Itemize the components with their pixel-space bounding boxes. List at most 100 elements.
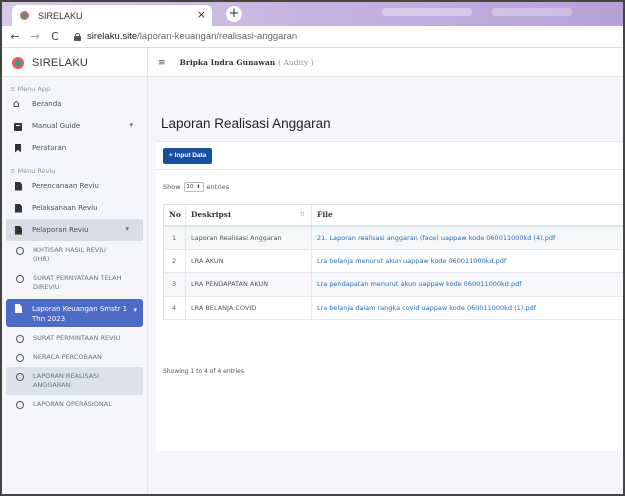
subitem-label: NERACA PERCOBAAN	[33, 353, 102, 361]
show-label: Show	[163, 183, 181, 191]
cell-no: 3	[163, 272, 186, 297]
cell-file: Lra pendapatan menurut akun uappaw kode …	[311, 272, 623, 297]
tab-title: SIRELAKU	[38, 10, 83, 21]
sidebar-subitem-lra[interactable]: LAPORAN REALISASI ANGGARAN	[6, 367, 143, 395]
header-label: File	[317, 210, 333, 220]
sidebar-item-peraturan[interactable]: Peraturan	[2, 137, 147, 159]
table-row: 1 Laporan Realisasi Anggaran 21. Laporan…	[163, 225, 623, 250]
new-tab-button[interactable]: +	[226, 6, 242, 22]
top-navbar: ≡ Bripka Indra Gunawan ( Audity )	[148, 49, 623, 77]
sidebar-subitem-surat-permintaan[interactable]: SURAT PERMINTAAN REVIU	[2, 329, 147, 348]
file-link[interactable]: Lra belanja dalam rangka covid uappaw ko…	[317, 304, 536, 312]
sidebar-item-pelaksanaan[interactable]: Pelaksanaan Reviu	[2, 197, 147, 219]
subitem-label: LAPORAN REALISASI ANGGARAN	[33, 372, 100, 389]
data-card: + Input Data Show 10 entries No Deskrips…	[156, 141, 623, 451]
file-icon	[14, 226, 23, 235]
sidebar-subitem-lo[interactable]: LAPORAN OPERASIONAL	[2, 395, 147, 414]
sidebar-item-label: Pelaporan Reviu	[32, 226, 89, 234]
brand[interactable]: SIRELAKU	[2, 49, 147, 77]
column-header-deskripsi[interactable]: Deskripsi ⇅	[185, 204, 312, 227]
home-icon	[13, 97, 23, 110]
input-data-button[interactable]: + Input Data	[163, 148, 213, 164]
sidebar-item-label: Peraturan	[32, 144, 67, 152]
subitem-label: LAPORAN OPERASIONAL	[33, 400, 112, 408]
cell-deskripsi: LRA PENDAPATAN AKUN	[185, 272, 312, 297]
table-row: 3 LRA PENDAPATAN AKUN Lra pendapatan men…	[163, 272, 623, 297]
circle-icon	[16, 373, 24, 381]
chevron-down-icon: ▾	[125, 225, 129, 233]
cell-file: Lra belanja dalam rangka covid uappaw ko…	[311, 296, 623, 320]
sidebar-item-label: Perencanaan Reviu	[32, 182, 99, 190]
sidebar-item-manual-guide[interactable]: Manual Guide ▾	[2, 115, 147, 137]
data-table: No Deskripsi ⇅ File 1 Laporan Realisasi A…	[163, 204, 623, 320]
address-bar: ← → C sirelaku.site/laporan-keuangan/rea…	[2, 26, 623, 48]
cell-file: 21. Laporan realisasi anggaran (face) ua…	[311, 225, 623, 250]
blurred-tab	[382, 8, 472, 16]
forward-arrow-icon[interactable]: →	[28, 30, 42, 43]
circle-icon	[16, 247, 24, 255]
circle-icon	[16, 275, 24, 283]
header-label: No	[169, 210, 181, 220]
url-path: /laporan-keuangan/realisasi-anggaran	[137, 31, 298, 42]
subitem-label: SURAT PERNYATAAN TELAH DIREVIU	[33, 274, 122, 291]
browser-tab[interactable]: SIRELAKU ×	[12, 5, 212, 26]
sidebar-subitem-neraca[interactable]: NERACA PERCOBAAN	[2, 348, 147, 367]
entries-select[interactable]: 10	[183, 182, 204, 192]
lock-icon	[74, 32, 81, 41]
sidebar-item-label: Laporan Keuangan Smstr 1 Thn 2023	[32, 305, 128, 323]
file-icon	[14, 304, 23, 313]
sidebar-item-label: Manual Guide	[32, 122, 81, 130]
subitem-label: SURAT PERMINTAAN REVIU	[33, 334, 121, 342]
column-header-no[interactable]: No	[163, 204, 186, 227]
file-icon	[14, 182, 23, 191]
logo-icon	[12, 56, 24, 69]
header-label: Deskripsi	[191, 210, 231, 220]
reload-icon[interactable]: C	[48, 30, 62, 43]
user-name: Bripka Indra Gunawan	[179, 58, 276, 67]
sidebar-subitem-surat-pernyataan[interactable]: SURAT PERNYATAAN TELAH DIREVIU	[2, 269, 147, 297]
back-arrow-icon[interactable]: ←	[8, 30, 22, 43]
cell-no: 1	[163, 225, 186, 250]
page-title: Laporan Realisasi Anggaran	[161, 116, 331, 131]
circle-icon	[16, 354, 24, 362]
cell-deskripsi: Laporan Realisasi Anggaran	[185, 225, 312, 250]
sidebar: SIRELAKU ≡ Menu App Beranda Manual Guide…	[2, 49, 148, 494]
book-icon	[14, 122, 23, 131]
cell-no: 4	[163, 296, 186, 320]
sort-icon: ⇅	[299, 211, 305, 218]
brand-name: SIRELAKU	[32, 56, 89, 69]
blurred-tab	[492, 8, 572, 16]
cell-file: Lra belanja menurut akun uappaw kode 060…	[311, 249, 623, 273]
table-row: 2 LRA AKUN Lra belanja menurut akun uapp…	[163, 249, 623, 273]
hamburger-menu-icon[interactable]: ≡	[158, 58, 166, 68]
main-content: Laporan Realisasi Anggaran + Input Data …	[148, 77, 623, 494]
url-host: sirelaku.site	[87, 31, 138, 42]
file-link[interactable]: Lra pendapatan menurut akun uappaw kode …	[317, 280, 522, 288]
circle-icon	[16, 401, 24, 409]
table-row: 4 LRA BELANJA COVID Lra belanja dalam ra…	[163, 296, 623, 320]
menu-app-header: ≡ Menu App	[10, 85, 51, 93]
file-link[interactable]: Lra belanja menurut akun uappaw kode 060…	[317, 257, 506, 265]
circle-icon	[16, 335, 24, 343]
menu-reviu-header: ≡ Menu Reviu	[10, 167, 56, 175]
sidebar-item-label: Beranda	[32, 100, 62, 108]
cell-deskripsi: LRA BELANJA COVID	[185, 296, 312, 320]
chevron-down-icon: ▾	[129, 121, 133, 129]
chevron-down-icon: ▾	[133, 306, 137, 314]
close-tab-icon[interactable]: ×	[197, 8, 206, 21]
sidebar-item-perencanaan[interactable]: Perencanaan Reviu	[2, 175, 147, 197]
sidebar-item-pelaporan[interactable]: Pelaporan Reviu ▾	[6, 219, 143, 241]
sidebar-item-laporan-keuangan[interactable]: Laporan Keuangan Smstr 1 Thn 2023 ▾	[6, 299, 143, 327]
sidebar-subitem-ihr[interactable]: IKHTISAR HASIL REVIU (IHR)	[2, 241, 147, 269]
file-icon	[14, 204, 23, 213]
sidebar-item-label: Pelaksanaan Reviu	[32, 204, 98, 212]
browser-tab-bar: SIRELAKU × +	[2, 2, 623, 26]
file-link[interactable]: 21. Laporan realisasi anggaran (face) ua…	[317, 234, 555, 242]
url-field[interactable]: sirelaku.site/laporan-keuangan/realisasi…	[87, 31, 297, 42]
sidebar-item-beranda[interactable]: Beranda	[2, 93, 147, 115]
table-header-row: No Deskripsi ⇅ File	[163, 204, 623, 227]
column-header-file[interactable]: File	[311, 204, 623, 227]
cell-no: 2	[163, 249, 186, 273]
bookmark-icon	[14, 144, 23, 153]
entries-label: entries	[206, 183, 230, 191]
